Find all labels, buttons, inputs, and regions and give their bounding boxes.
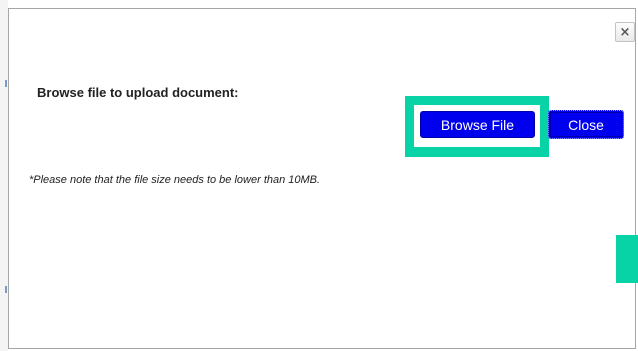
browse-file-button[interactable]: Browse File [420, 111, 535, 138]
close-button[interactable]: Close [548, 110, 624, 139]
file-size-note: *Please note that the file size needs to… [29, 174, 321, 186]
upload-prompt-label: Browse file to upload document: [37, 85, 239, 100]
close-icon[interactable]: × [615, 22, 635, 42]
background-link-mark [5, 80, 7, 87]
background-page-strip [0, 0, 8, 351]
edge-accent-marker [616, 235, 638, 283]
background-link-mark [5, 286, 7, 293]
